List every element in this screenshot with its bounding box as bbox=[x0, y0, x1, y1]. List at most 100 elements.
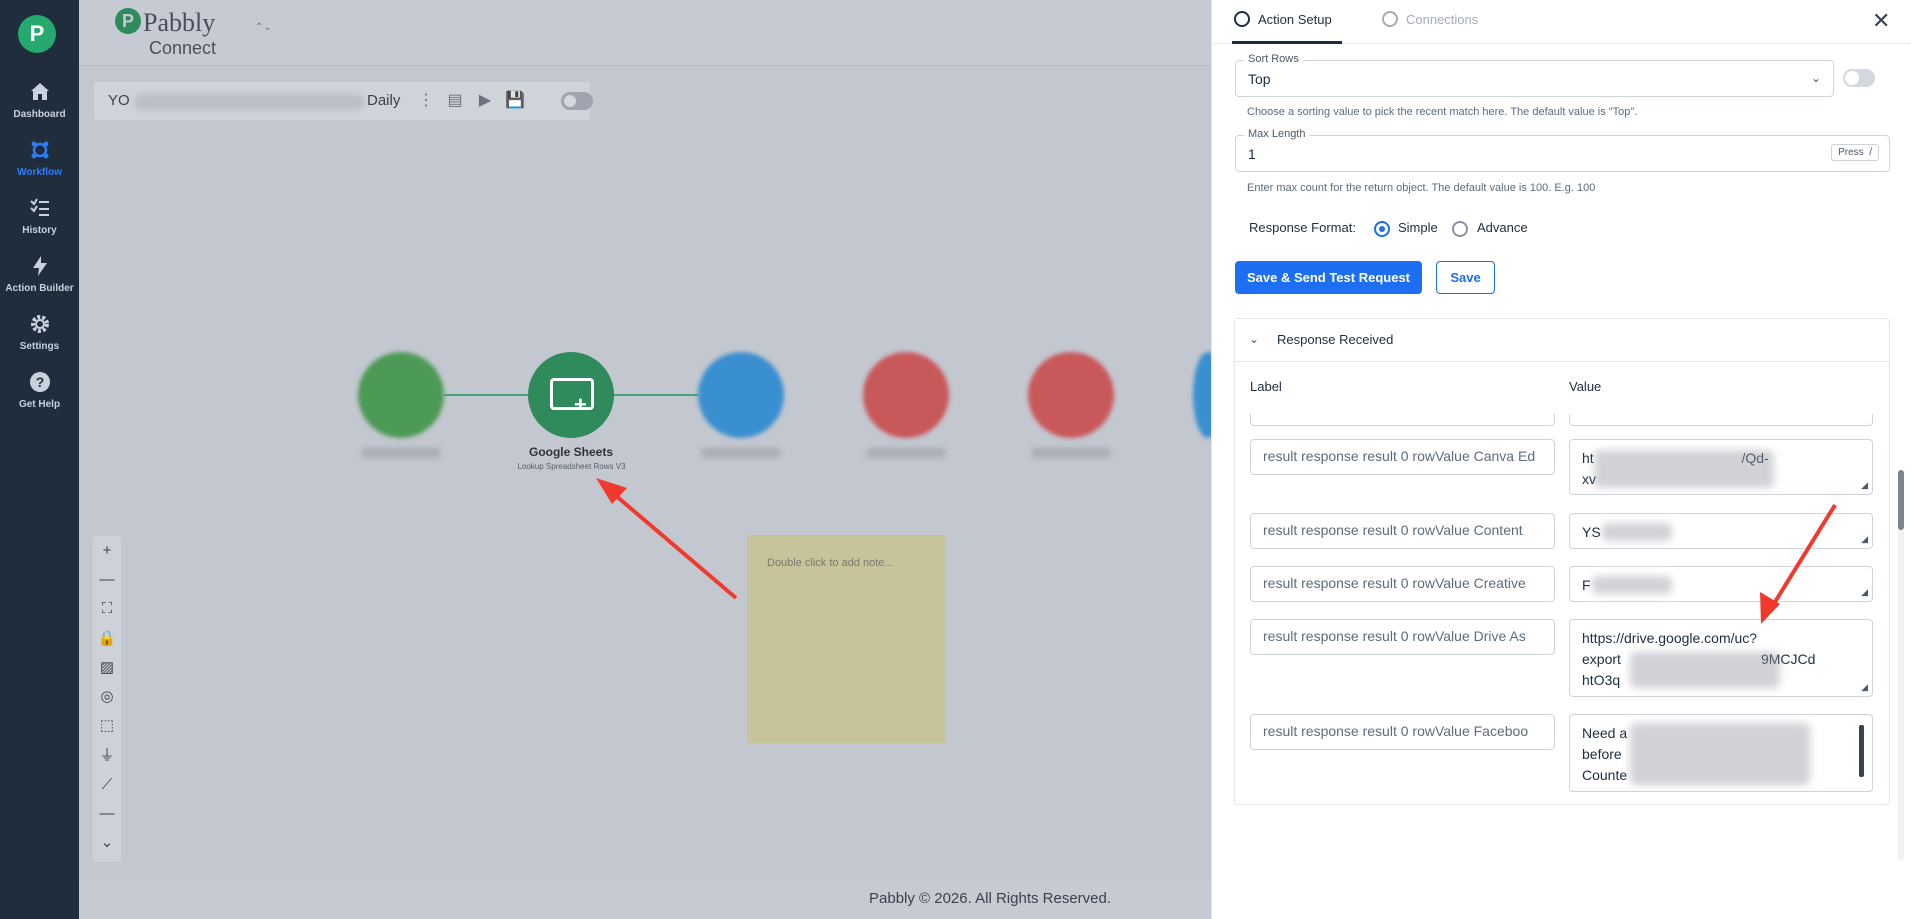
history-icon bbox=[29, 198, 49, 216]
pabbly-logo[interactable]: P bbox=[18, 15, 56, 53]
label-field[interactable]: result response result 0 rowValue Conten… bbox=[1250, 513, 1555, 549]
label-field[interactable]: result response result 0 rowValue Canva … bbox=[1250, 439, 1555, 475]
canvas-controls: + — ⛶ 🔒 ▨ ◎ ⬚ ⏚ ⟋ — ⌄ bbox=[93, 536, 121, 862]
workflow-toggle[interactable] bbox=[561, 92, 593, 110]
image-icon[interactable]: ▨ bbox=[93, 657, 121, 679]
label-field[interactable]: result response result 0 rowValue Drive … bbox=[1250, 619, 1555, 655]
response-received-section: ⌄ Response Received Label Value result r… bbox=[1234, 318, 1890, 805]
chevron-down-icon: ⌄ bbox=[1249, 332, 1260, 346]
blurred-value bbox=[1602, 523, 1672, 541]
sidebar-item-label: Action Builder bbox=[5, 283, 74, 294]
sidebar: P Dashboard Workflow History Action Buil… bbox=[0, 0, 79, 919]
resize-handle-icon[interactable]: ◢ bbox=[1861, 480, 1868, 491]
value-column-header: Value bbox=[1569, 379, 1602, 394]
eye-off-icon[interactable]: ◎ bbox=[93, 686, 121, 708]
sort-rows-value: Top bbox=[1248, 71, 1271, 87]
trigger-node[interactable] bbox=[358, 352, 444, 438]
value-field[interactable]: F ◢ bbox=[1569, 566, 1873, 602]
sidebar-item-get-help[interactable]: ? Get Help bbox=[0, 370, 79, 410]
tab-action-setup[interactable]: Action Setup bbox=[1234, 11, 1332, 27]
play-icon[interactable]: ▶ bbox=[476, 92, 494, 110]
max-length-label: Max Length bbox=[1244, 128, 1310, 140]
connector-line bbox=[444, 394, 528, 396]
workflow-name-end[interactable]: Daily bbox=[367, 92, 400, 109]
active-tab-indicator bbox=[1232, 41, 1342, 44]
footer-text: Pabbly © 2026. All Rights Reserved. bbox=[869, 890, 1112, 907]
save-button[interactable]: Save bbox=[1436, 261, 1495, 294]
response-format-label: Response Format: bbox=[1249, 220, 1356, 235]
sidebar-item-label: Get Help bbox=[18, 399, 61, 410]
max-length-value: 1 bbox=[1248, 146, 1256, 162]
help-icon: ? bbox=[29, 372, 50, 392]
workflow-name-start[interactable]: YO bbox=[108, 92, 130, 109]
resize-handle-icon[interactable]: ◢ bbox=[1861, 587, 1868, 598]
sidebar-item-action-builder[interactable]: Action Builder bbox=[0, 254, 79, 294]
sticky-note[interactable]: Double click to add note... bbox=[747, 535, 945, 743]
line-icon[interactable]: — bbox=[93, 803, 121, 825]
action-node[interactable] bbox=[863, 352, 949, 438]
sort-rows-select[interactable]: Sort Rows Top ⌄ bbox=[1235, 53, 1834, 97]
row-label: result response result 0 rowValue Creati… bbox=[1263, 575, 1526, 591]
blurred-node-label bbox=[701, 448, 781, 458]
sidebar-item-dashboard[interactable]: Dashboard bbox=[0, 80, 79, 120]
chevron-down-icon[interactable]: ⌄ bbox=[93, 832, 121, 854]
zoom-in-icon[interactable]: + bbox=[93, 540, 121, 562]
save-icon[interactable]: 💾 bbox=[505, 92, 525, 110]
lock-icon[interactable]: 🔒 bbox=[93, 628, 121, 650]
connections-icon bbox=[1382, 11, 1398, 27]
panel-tabs: Action Setup Connections ✕ bbox=[1212, 0, 1911, 44]
value-field[interactable]: ht /Qd- xv ◢ bbox=[1569, 439, 1873, 495]
value-field[interactable]: YS ◢ bbox=[1569, 513, 1873, 549]
sidebar-item-workflow[interactable]: Workflow bbox=[0, 138, 79, 178]
response-header[interactable]: ⌄ Response Received bbox=[1235, 319, 1889, 362]
sidebar-item-history[interactable]: History bbox=[0, 196, 79, 236]
resize-handle-icon[interactable]: ◢ bbox=[1861, 534, 1868, 545]
radio-simple[interactable] bbox=[1374, 221, 1390, 237]
panel-scrollbar-thumb[interactable] bbox=[1898, 470, 1904, 530]
blurred-value bbox=[1630, 723, 1810, 785]
close-icon[interactable]: ✕ bbox=[1872, 8, 1890, 34]
connector-icon[interactable]: ⟋ bbox=[93, 774, 121, 796]
value-field[interactable] bbox=[1569, 414, 1873, 426]
brand-sub: Connect bbox=[149, 38, 217, 58]
action-node[interactable] bbox=[1028, 352, 1114, 438]
tab-connections[interactable]: Connections bbox=[1382, 11, 1478, 27]
workflow-toolbar: YO Daily ⋮ ▤ ▶ 💾 bbox=[94, 82, 593, 120]
sidebar-item-settings[interactable]: Settings bbox=[0, 312, 79, 352]
workflow-canvas[interactable]: P Pabbly Connect ⌃⌄ YO Daily ⋮ ▤ ▶ 💾 + Go… bbox=[79, 0, 1223, 919]
home-icon bbox=[30, 83, 49, 100]
press-label: Press bbox=[1838, 147, 1864, 158]
blurred-node-label bbox=[361, 448, 441, 458]
zoom-out-icon[interactable]: — bbox=[93, 569, 121, 591]
node-subtitle: Lookup Spreadsheet Rows V3 bbox=[517, 462, 626, 471]
label-field[interactable] bbox=[1250, 414, 1555, 426]
value-field[interactable]: Need a before Counte bbox=[1569, 714, 1873, 792]
kebab-menu-icon[interactable]: ⋮ bbox=[417, 92, 435, 110]
label-field[interactable]: result response result 0 rowValue Creati… bbox=[1250, 566, 1555, 602]
brand-logo[interactable]: P Pabbly Connect ⌃⌄ bbox=[115, 8, 272, 58]
tree-layout-icon[interactable]: ⏚ bbox=[93, 745, 121, 767]
label-field[interactable]: result response result 0 rowValue Facebo… bbox=[1250, 714, 1555, 750]
blurred-value bbox=[1630, 652, 1780, 688]
value-field[interactable]: https://drive.google.com/uc? export 9MCJ… bbox=[1569, 619, 1873, 697]
resize-handle-icon[interactable]: ◢ bbox=[1861, 682, 1868, 693]
gear-icon bbox=[30, 315, 49, 333]
save-and-send-test-button[interactable]: Save & Send Test Request bbox=[1235, 261, 1422, 294]
textarea-scrollbar[interactable] bbox=[1859, 725, 1864, 777]
blurred-node-label bbox=[866, 448, 946, 458]
sort-rows-toggle[interactable] bbox=[1843, 69, 1875, 87]
fit-view-icon[interactable]: ⛶ bbox=[93, 598, 121, 620]
max-length-input[interactable]: Max Length 1 Press / bbox=[1235, 128, 1890, 172]
radio-simple-label[interactable]: Simple bbox=[1398, 220, 1438, 235]
radio-advance[interactable] bbox=[1452, 221, 1468, 237]
notes-icon[interactable]: ▤ bbox=[446, 92, 464, 110]
action-node[interactable] bbox=[698, 352, 784, 438]
row-label: result response result 0 rowValue Canva … bbox=[1263, 448, 1536, 464]
sidebar-item-label: Settings bbox=[19, 341, 60, 352]
svg-text:?: ? bbox=[35, 374, 44, 390]
select-area-icon[interactable]: ⬚ bbox=[93, 715, 121, 737]
row-label: result response result 0 rowValue Drive … bbox=[1263, 628, 1526, 644]
google-sheets-node[interactable]: + bbox=[528, 352, 614, 438]
radio-advance-label[interactable]: Advance bbox=[1477, 220, 1528, 235]
blurred-node-label bbox=[1031, 448, 1111, 458]
